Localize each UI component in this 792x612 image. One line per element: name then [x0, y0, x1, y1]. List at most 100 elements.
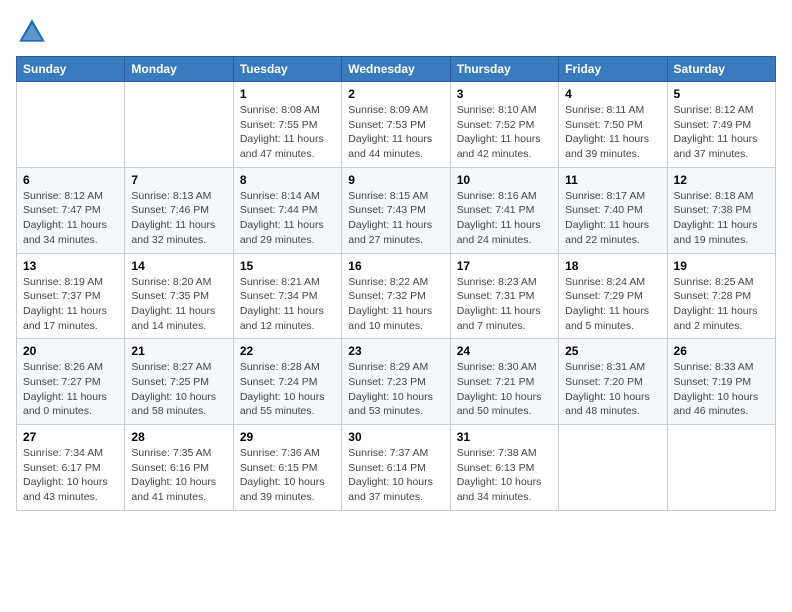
day-header-wednesday: Wednesday [342, 57, 450, 82]
day-info: Sunrise: 8:31 AM Sunset: 7:20 PM Dayligh… [565, 360, 660, 419]
day-header-monday: Monday [125, 57, 233, 82]
day-number: 16 [348, 259, 443, 273]
day-number: 22 [240, 344, 335, 358]
calendar-cell: 23 Sunrise: 8:29 AM Sunset: 7:23 PM Dayli… [342, 339, 450, 425]
page-header [16, 16, 776, 48]
calendar-cell: 20 Sunrise: 8:26 AM Sunset: 7:27 PM Dayli… [17, 339, 125, 425]
day-info: Sunrise: 8:12 AM Sunset: 7:47 PM Dayligh… [23, 189, 118, 248]
day-info: Sunrise: 8:23 AM Sunset: 7:31 PM Dayligh… [457, 275, 552, 334]
calendar-cell: 1 Sunrise: 8:08 AM Sunset: 7:55 PM Daylig… [233, 82, 341, 168]
day-number: 12 [674, 173, 769, 187]
calendar-cell: 3 Sunrise: 8:10 AM Sunset: 7:52 PM Daylig… [450, 82, 558, 168]
calendar-cell [559, 425, 667, 511]
day-info: Sunrise: 8:24 AM Sunset: 7:29 PM Dayligh… [565, 275, 660, 334]
calendar-cell: 28 Sunrise: 7:35 AM Sunset: 6:16 PM Dayli… [125, 425, 233, 511]
day-info: Sunrise: 7:37 AM Sunset: 6:14 PM Dayligh… [348, 446, 443, 505]
calendar-cell: 7 Sunrise: 8:13 AM Sunset: 7:46 PM Daylig… [125, 167, 233, 253]
calendar-cell: 6 Sunrise: 8:12 AM Sunset: 7:47 PM Daylig… [17, 167, 125, 253]
day-header-sunday: Sunday [17, 57, 125, 82]
logo [16, 16, 52, 48]
day-info: Sunrise: 8:08 AM Sunset: 7:55 PM Dayligh… [240, 103, 335, 162]
day-number: 5 [674, 87, 769, 101]
day-info: Sunrise: 8:16 AM Sunset: 7:41 PM Dayligh… [457, 189, 552, 248]
day-info: Sunrise: 8:22 AM Sunset: 7:32 PM Dayligh… [348, 275, 443, 334]
day-number: 3 [457, 87, 552, 101]
day-info: Sunrise: 8:26 AM Sunset: 7:27 PM Dayligh… [23, 360, 118, 419]
day-info: Sunrise: 8:27 AM Sunset: 7:25 PM Dayligh… [131, 360, 226, 419]
calendar-cell: 9Sunrise: 8:15 AM Sunset: 7:43 PM Daylig… [342, 167, 450, 253]
calendar-cell: 24 Sunrise: 8:30 AM Sunset: 7:21 PM Dayli… [450, 339, 558, 425]
day-header-saturday: Saturday [667, 57, 775, 82]
day-number: 19 [674, 259, 769, 273]
logo-icon [16, 16, 48, 48]
calendar-cell: 25 Sunrise: 8:31 AM Sunset: 7:20 PM Dayli… [559, 339, 667, 425]
calendar-cell: 4 Sunrise: 8:11 AM Sunset: 7:50 PM Daylig… [559, 82, 667, 168]
day-number: 6 [23, 173, 118, 187]
day-info: Sunrise: 7:34 AM Sunset: 6:17 PM Dayligh… [23, 446, 118, 505]
day-number: 24 [457, 344, 552, 358]
day-info: Sunrise: 8:19 AM Sunset: 7:37 PM Dayligh… [23, 275, 118, 334]
day-info: Sunrise: 7:38 AM Sunset: 6:13 PM Dayligh… [457, 446, 552, 505]
calendar-cell: 22 Sunrise: 8:28 AM Sunset: 7:24 PM Dayli… [233, 339, 341, 425]
calendar-cell: 13 Sunrise: 8:19 AM Sunset: 7:37 PM Dayli… [17, 253, 125, 339]
day-number: 13 [23, 259, 118, 273]
calendar-cell: 27Sunrise: 7:34 AM Sunset: 6:17 PM Dayli… [17, 425, 125, 511]
day-info: Sunrise: 8:10 AM Sunset: 7:52 PM Dayligh… [457, 103, 552, 162]
day-info: Sunrise: 8:15 AM Sunset: 7:43 PM Dayligh… [348, 189, 443, 248]
day-number: 2 [348, 87, 443, 101]
day-info: Sunrise: 8:12 AM Sunset: 7:49 PM Dayligh… [674, 103, 769, 162]
calendar-cell: 18 Sunrise: 8:24 AM Sunset: 7:29 PM Dayli… [559, 253, 667, 339]
day-number: 7 [131, 173, 226, 187]
day-info: Sunrise: 8:20 AM Sunset: 7:35 PM Dayligh… [131, 275, 226, 334]
calendar-cell: 14 Sunrise: 8:20 AM Sunset: 7:35 PM Dayli… [125, 253, 233, 339]
day-number: 28 [131, 430, 226, 444]
calendar-week-row: 20 Sunrise: 8:26 AM Sunset: 7:27 PM Dayli… [17, 339, 776, 425]
day-number: 4 [565, 87, 660, 101]
day-number: 25 [565, 344, 660, 358]
calendar-cell: 31 Sunrise: 7:38 AM Sunset: 6:13 PM Dayli… [450, 425, 558, 511]
day-info: Sunrise: 8:18 AM Sunset: 7:38 PM Dayligh… [674, 189, 769, 248]
day-info: Sunrise: 8:21 AM Sunset: 7:34 PM Dayligh… [240, 275, 335, 334]
day-info: Sunrise: 7:35 AM Sunset: 6:16 PM Dayligh… [131, 446, 226, 505]
day-number: 18 [565, 259, 660, 273]
day-number: 29 [240, 430, 335, 444]
calendar-table: SundayMondayTuesdayWednesdayThursdayFrid… [16, 56, 776, 511]
day-number: 26 [674, 344, 769, 358]
calendar-cell: 2 Sunrise: 8:09 AM Sunset: 7:53 PM Daylig… [342, 82, 450, 168]
day-number: 31 [457, 430, 552, 444]
day-info: Sunrise: 8:25 AM Sunset: 7:28 PM Dayligh… [674, 275, 769, 334]
calendar-cell: 12 Sunrise: 8:18 AM Sunset: 7:38 PM Dayli… [667, 167, 775, 253]
day-number: 20 [23, 344, 118, 358]
day-header-tuesday: Tuesday [233, 57, 341, 82]
calendar-cell: 15Sunrise: 8:21 AM Sunset: 7:34 PM Dayli… [233, 253, 341, 339]
day-number: 30 [348, 430, 443, 444]
calendar-cell [125, 82, 233, 168]
day-number: 1 [240, 87, 335, 101]
day-info: Sunrise: 8:09 AM Sunset: 7:53 PM Dayligh… [348, 103, 443, 162]
calendar-cell: 30 Sunrise: 7:37 AM Sunset: 6:14 PM Dayli… [342, 425, 450, 511]
day-info: Sunrise: 8:13 AM Sunset: 7:46 PM Dayligh… [131, 189, 226, 248]
day-info: Sunrise: 8:30 AM Sunset: 7:21 PM Dayligh… [457, 360, 552, 419]
day-info: Sunrise: 8:17 AM Sunset: 7:40 PM Dayligh… [565, 189, 660, 248]
day-number: 14 [131, 259, 226, 273]
calendar-week-row: 6 Sunrise: 8:12 AM Sunset: 7:47 PM Daylig… [17, 167, 776, 253]
calendar-week-row: 1 Sunrise: 8:08 AM Sunset: 7:55 PM Daylig… [17, 82, 776, 168]
calendar-cell: 11 Sunrise: 8:17 AM Sunset: 7:40 PM Dayli… [559, 167, 667, 253]
calendar-week-row: 27Sunrise: 7:34 AM Sunset: 6:17 PM Dayli… [17, 425, 776, 511]
day-info: Sunrise: 8:11 AM Sunset: 7:50 PM Dayligh… [565, 103, 660, 162]
calendar-cell [667, 425, 775, 511]
day-number: 21 [131, 344, 226, 358]
calendar-cell: 26Sunrise: 8:33 AM Sunset: 7:19 PM Dayli… [667, 339, 775, 425]
calendar-cell: 19 Sunrise: 8:25 AM Sunset: 7:28 PM Dayli… [667, 253, 775, 339]
day-number: 11 [565, 173, 660, 187]
day-number: 23 [348, 344, 443, 358]
day-info: Sunrise: 8:29 AM Sunset: 7:23 PM Dayligh… [348, 360, 443, 419]
day-header-friday: Friday [559, 57, 667, 82]
calendar-cell: 5 Sunrise: 8:12 AM Sunset: 7:49 PM Daylig… [667, 82, 775, 168]
day-number: 8 [240, 173, 335, 187]
calendar-week-row: 13 Sunrise: 8:19 AM Sunset: 7:37 PM Dayli… [17, 253, 776, 339]
calendar-cell [17, 82, 125, 168]
day-info: Sunrise: 7:36 AM Sunset: 6:15 PM Dayligh… [240, 446, 335, 505]
day-info: Sunrise: 8:28 AM Sunset: 7:24 PM Dayligh… [240, 360, 335, 419]
calendar-cell: 8Sunrise: 8:14 AM Sunset: 7:44 PM Daylig… [233, 167, 341, 253]
